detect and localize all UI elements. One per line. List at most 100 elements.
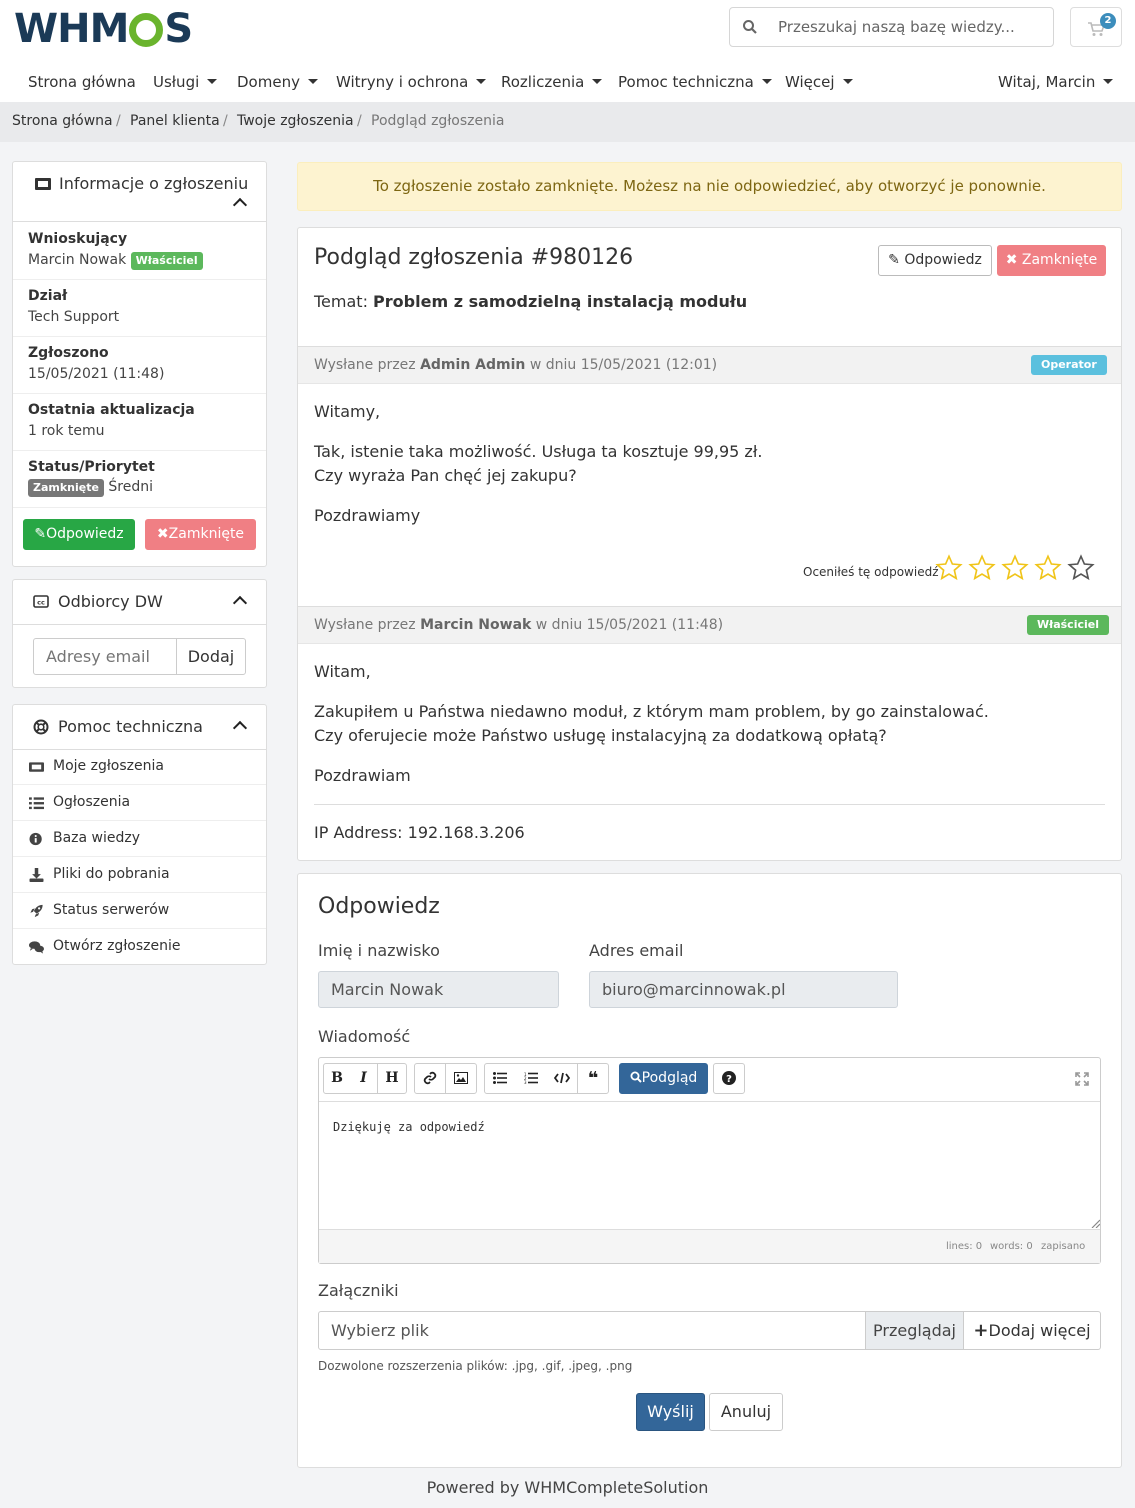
email-field[interactable]: biuro@marcinnowak.pl (589, 971, 898, 1008)
help-icon[interactable]: ? (713, 1063, 745, 1094)
link-icon[interactable] (414, 1063, 446, 1094)
message-date: w dniu 15/05/2021 (12:01) (529, 357, 718, 373)
cancel-button[interactable]: Anuluj (709, 1393, 783, 1431)
italic-icon[interactable]: I (350, 1063, 378, 1094)
file-input[interactable]: Wybierz plik (318, 1311, 866, 1350)
send-button[interactable]: Wyślij (636, 1393, 705, 1431)
closed-button[interactable]: ✖Zamknięte (145, 519, 256, 550)
logo-text: WHM (14, 6, 129, 52)
logo[interactable]: WHM S (14, 6, 193, 52)
message-line: Pozdrawiamy (314, 506, 421, 525)
search-icon (743, 20, 757, 34)
fullscreen-icon[interactable] (1075, 1072, 1089, 1086)
nav-more[interactable]: Więcej (785, 73, 853, 91)
pencil-icon: ✎ (34, 526, 47, 542)
numbered-list-icon[interactable]: 123 (515, 1063, 547, 1094)
ticket-info-header[interactable]: Informacje o zgłoszeniu (13, 162, 266, 222)
menu-server-status[interactable]: Status serwerów (13, 893, 266, 929)
breadcrumb-separator: / (116, 113, 121, 129)
nav-label: Domeny (237, 73, 300, 91)
status-badge: Zamknięte (28, 479, 104, 497)
ticket-icon (35, 178, 51, 190)
browse-button[interactable]: Przeglądaj (865, 1311, 964, 1350)
ticket-closed-button[interactable]: ✖ Zamknięte (997, 245, 1106, 276)
button-label: Zamknięte (1021, 252, 1098, 268)
breadcrumb-home[interactable]: Strona główna (12, 113, 113, 129)
message-line: Witam, (314, 662, 371, 681)
bullet-list-icon[interactable] (484, 1063, 516, 1094)
message-line: Tak, istenie taka możliwość. Usługa ta k… (314, 442, 763, 461)
chevron-up-icon (232, 720, 248, 736)
email-label: Adres email (589, 941, 684, 960)
message-author: Admin Admin (420, 357, 526, 373)
star-icon[interactable] (1001, 554, 1029, 582)
submitted-row: Zgłoszono 15/05/2021 (11:48) (13, 337, 266, 394)
heading-icon[interactable]: H (377, 1063, 407, 1094)
owner-badge: Właściciel (1027, 615, 1109, 635)
lifebuoy-icon (33, 719, 49, 735)
nav-domains[interactable]: Domeny (237, 73, 318, 91)
ticket-title: Podgląd zgłoszenia #980126 (314, 245, 634, 270)
star-icon[interactable] (935, 554, 963, 582)
svg-text:cc: cc (37, 599, 45, 607)
nav-home[interactable]: Strona główna (28, 73, 136, 91)
caret-down-icon (307, 79, 318, 84)
message-line: Czy wyraża Pan chęć jej zakupu? (314, 466, 577, 485)
breadcrumb-client-area[interactable]: Panel klienta (130, 113, 220, 129)
image-icon[interactable] (445, 1063, 477, 1094)
star-icon[interactable] (1067, 554, 1095, 582)
caret-down-icon (761, 79, 772, 84)
menu-my-tickets[interactable]: Moje zgłoszenia (13, 749, 266, 785)
star-icon[interactable] (968, 554, 996, 582)
status-row: Status/Priorytet Zamknięte Średni (13, 451, 266, 508)
ticket-icon (29, 762, 44, 772)
name-field[interactable]: Marcin Nowak (318, 971, 559, 1008)
star-icon[interactable] (1034, 554, 1062, 582)
message-header: Wysłane przez Admin Admin w dniu 15/05/2… (298, 346, 1121, 384)
preview-button[interactable]: Podgląd (619, 1063, 708, 1094)
nav-services[interactable]: Usługi (153, 73, 218, 91)
ticket-info-panel: Informacje o zgłoszeniu Wnioskujący Marc… (12, 161, 267, 567)
quote-icon[interactable]: ❝ (577, 1063, 609, 1094)
caret-down-icon (1103, 79, 1114, 84)
cc-add-button[interactable]: Dodaj (176, 638, 246, 675)
message-label: Wiadomość (318, 1027, 411, 1046)
breadcrumb-current: Podgląd zgłoszenia (371, 113, 505, 129)
status-label: Status/Priorytet (28, 459, 155, 475)
bold-icon[interactable]: B (323, 1063, 351, 1094)
subject-value: Problem z samodzielną instalacją modułu (373, 292, 748, 311)
add-more-button[interactable]: +Dodaj więcej (963, 1311, 1101, 1350)
divider (314, 804, 1105, 805)
footer-powered-by: Powered by WHMCompleteSolution (426, 1478, 709, 1497)
reply-button[interactable]: ✎Odpowiedz (23, 519, 135, 550)
caret-down-icon (476, 79, 487, 84)
message-author: Marcin Nowak (420, 617, 532, 633)
breadcrumb-separator: / (223, 113, 228, 129)
search-input[interactable] (778, 16, 1043, 38)
menu-label: Otwórz zgłoszenie (53, 938, 181, 954)
logo-gear-icon (129, 13, 164, 47)
menu-downloads[interactable]: Pliki do pobrania (13, 857, 266, 893)
nav-websites[interactable]: Witryny i ochrona (336, 73, 487, 91)
ticket-reply-button[interactable]: ✎ Odpowiedz (878, 245, 992, 276)
code-icon[interactable] (546, 1063, 578, 1094)
department-label: Dział (28, 288, 68, 304)
cart-button[interactable]: 2 (1070, 7, 1122, 47)
cc-email-input[interactable] (33, 638, 177, 675)
nav-user-menu[interactable]: Witaj, Marcin (998, 73, 1114, 91)
nav-label: Więcej (785, 73, 835, 91)
resize-handle-icon[interactable] (1090, 1218, 1100, 1228)
button-label: Podgląd (641, 1070, 698, 1086)
status-words: words: 0 (990, 1241, 1033, 1252)
menu-knowledgebase[interactable]: Baza wiedzy (13, 821, 266, 857)
owner-badge: Właściciel (130, 252, 203, 270)
menu-announcements[interactable]: Ogłoszenia (13, 785, 266, 821)
message-line: Pozdrawiam (314, 766, 411, 785)
menu-open-ticket[interactable]: Otwórz zgłoszenie (13, 929, 266, 965)
support-header[interactable]: Pomoc techniczna (13, 705, 266, 750)
nav-billing[interactable]: Rozliczenia (501, 73, 603, 91)
message-textarea[interactable]: Dziękuję za odpowiedź (333, 1120, 485, 1134)
cc-header[interactable]: cc Odbiorcy DW (13, 580, 266, 625)
nav-support[interactable]: Pomoc techniczna (618, 73, 772, 91)
breadcrumb-tickets[interactable]: Twoje zgłoszenia (237, 113, 354, 129)
